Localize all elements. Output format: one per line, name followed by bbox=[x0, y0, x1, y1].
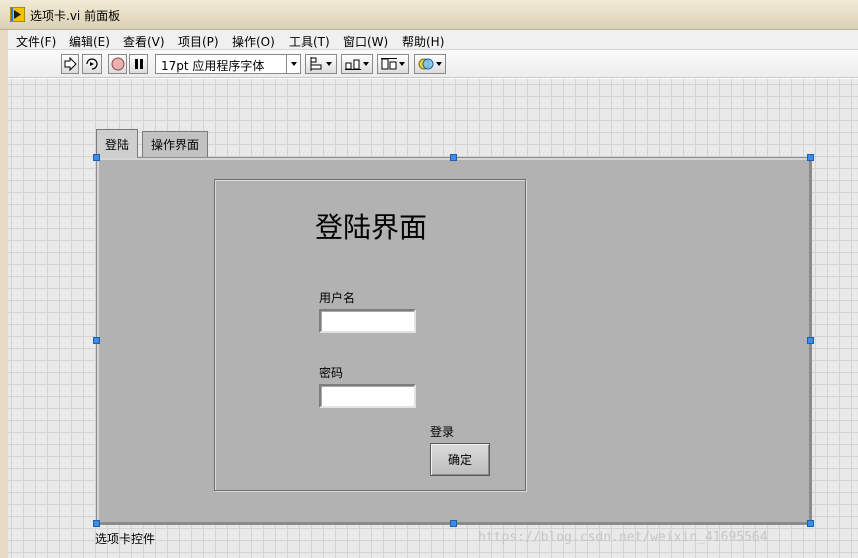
resize-icon bbox=[381, 58, 397, 70]
username-label: 用户名 bbox=[319, 291, 356, 305]
selection-handle[interactable] bbox=[807, 337, 814, 344]
login-button-label: 登录 bbox=[430, 425, 455, 439]
menu-tools[interactable]: 工具(T) bbox=[289, 33, 330, 50]
distribute-objects-button[interactable] bbox=[341, 54, 373, 74]
menu-edit[interactable]: 编辑(E) bbox=[69, 33, 110, 50]
resize-objects-button[interactable] bbox=[377, 54, 409, 74]
ok-button[interactable]: 确定 bbox=[430, 443, 490, 476]
password-input[interactable] bbox=[319, 384, 416, 408]
pause-button[interactable] bbox=[129, 54, 148, 74]
watermark: https://blog.csdn.net/weixin_41695564 bbox=[478, 530, 768, 545]
font-select-label: 17pt 应用程序字体 bbox=[161, 59, 265, 73]
selection-handle[interactable] bbox=[93, 154, 100, 161]
align-icon bbox=[310, 57, 322, 71]
selection-handle[interactable] bbox=[807, 154, 814, 161]
tab-control-label: 选项卡控件 bbox=[95, 532, 156, 546]
run-arrow-icon bbox=[64, 57, 77, 71]
menu-file[interactable]: 文件(F) bbox=[16, 33, 56, 50]
window-left-edge bbox=[0, 30, 8, 558]
run-button[interactable] bbox=[61, 54, 79, 74]
tab-login[interactable]: 登陆 bbox=[96, 129, 138, 158]
menu-view[interactable]: 查看(V) bbox=[123, 33, 165, 50]
reorder-button[interactable] bbox=[414, 54, 446, 74]
selection-handle[interactable] bbox=[450, 520, 457, 527]
pause-icon bbox=[134, 59, 143, 69]
run-continuously-button[interactable] bbox=[82, 54, 102, 74]
menu-window[interactable]: 窗口(W) bbox=[343, 33, 388, 50]
reorder-icon bbox=[418, 58, 434, 70]
menu-bar: 文件(F) 编辑(E) 查看(V) 项目(P) 操作(O) 工具(T) 窗口(W… bbox=[8, 30, 858, 50]
align-objects-button[interactable] bbox=[305, 54, 337, 74]
labview-vi-icon bbox=[10, 7, 25, 22]
login-title: 登陆界面 bbox=[315, 211, 428, 244]
selection-handle[interactable] bbox=[93, 337, 100, 344]
menu-help[interactable]: 帮助(H) bbox=[402, 33, 444, 50]
distribute-icon bbox=[345, 59, 361, 70]
stop-icon bbox=[111, 57, 124, 71]
run-continuously-icon bbox=[86, 58, 98, 70]
selection-handle[interactable] bbox=[450, 154, 457, 161]
chevron-down-icon[interactable] bbox=[286, 55, 300, 73]
font-select[interactable]: 17pt 应用程序字体 bbox=[155, 54, 301, 74]
window-title: 选项卡.vi 前面板 bbox=[30, 9, 121, 23]
tab-operation-interface[interactable]: 操作界面 bbox=[142, 131, 208, 157]
menu-operate[interactable]: 操作(O) bbox=[232, 33, 275, 50]
selection-handle[interactable] bbox=[807, 520, 814, 527]
menu-project[interactable]: 项目(P) bbox=[178, 33, 219, 50]
toolbar: 17pt 应用程序字体 bbox=[8, 50, 858, 78]
abort-button[interactable] bbox=[108, 54, 127, 74]
title-bar: 选项卡.vi 前面板 bbox=[0, 0, 858, 30]
username-input[interactable] bbox=[319, 309, 416, 333]
password-label: 密码 bbox=[319, 366, 344, 380]
selection-handle[interactable] bbox=[93, 520, 100, 527]
